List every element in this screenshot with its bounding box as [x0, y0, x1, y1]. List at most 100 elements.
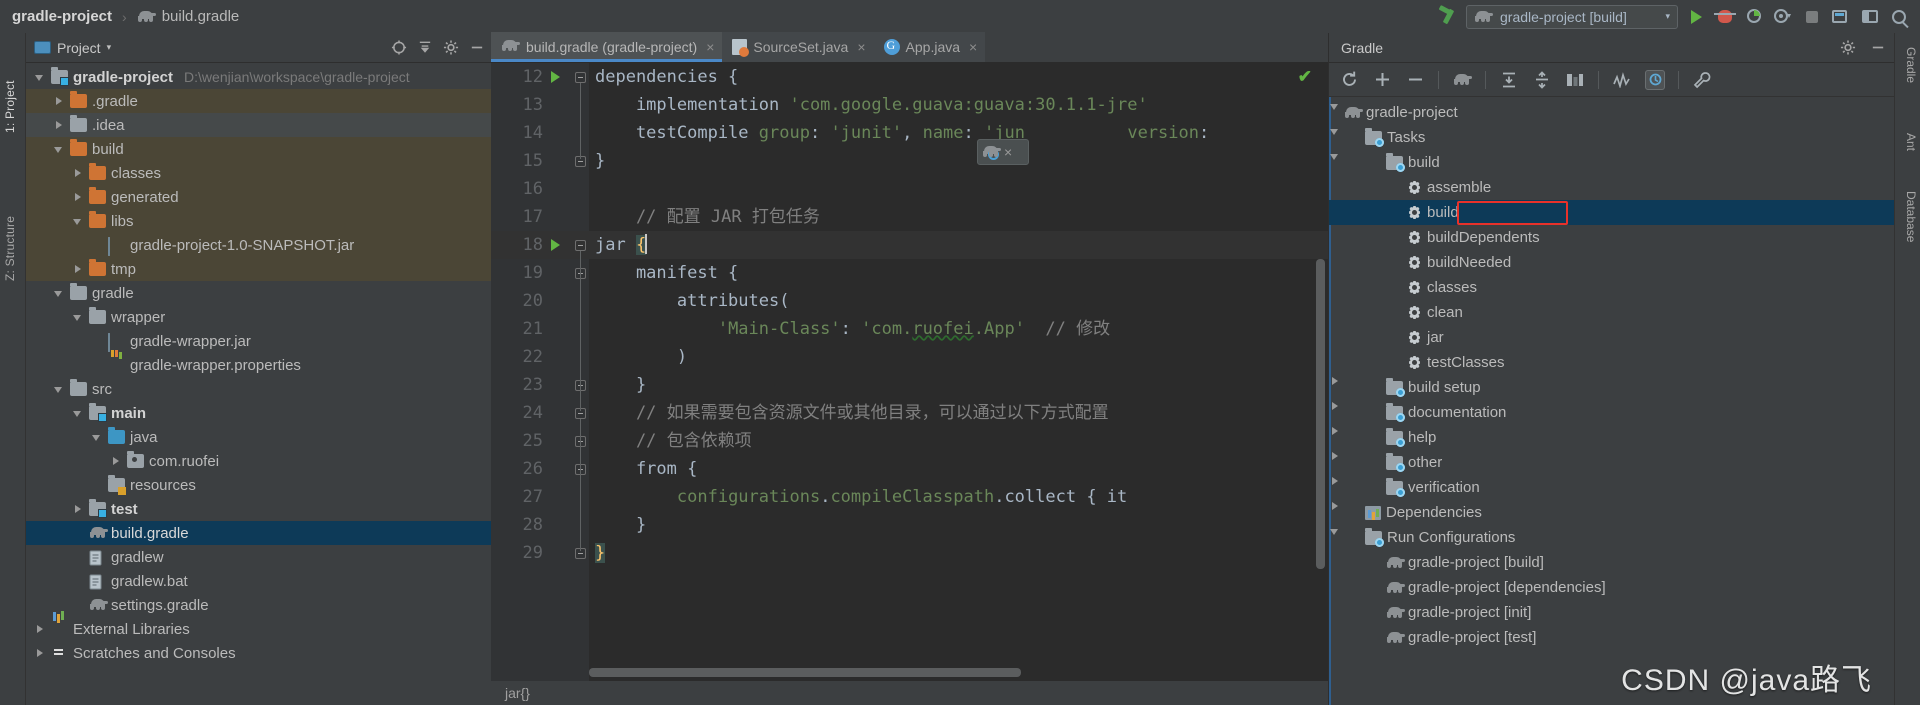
- sidebar-tab-database[interactable]: Database: [1899, 191, 1918, 242]
- refresh-icon[interactable]: [1339, 70, 1359, 90]
- close-icon[interactable]: ×: [857, 39, 865, 55]
- chevron-right-icon[interactable]: [72, 263, 84, 275]
- chevron-down-icon[interactable]: [72, 215, 84, 227]
- tree-row[interactable]: classes: [26, 161, 491, 185]
- code-line[interactable]: 22 ): [491, 343, 1328, 371]
- chevron-right-icon[interactable]: [53, 95, 65, 107]
- tree-row[interactable]: resources: [26, 473, 491, 497]
- tree-row[interactable]: gradle-wrapper.jar: [26, 329, 491, 353]
- close-icon[interactable]: ×: [969, 39, 977, 55]
- tree-row[interactable]: build.gradle: [26, 521, 491, 545]
- code-lines[interactable]: 12 dependencies {13 implementation 'com.g…: [491, 63, 1328, 567]
- tree-row[interactable]: gradle: [26, 281, 491, 305]
- collapse-all-icon[interactable]: [417, 40, 433, 56]
- tree-row[interactable]: gradle-wrapper.properties: [26, 353, 491, 377]
- hide-icon[interactable]: [469, 40, 485, 56]
- layout-button[interactable]: [1859, 6, 1881, 28]
- code-line[interactable]: 21 'Main-Class': 'com.ruofei.App' // 修改: [491, 315, 1328, 343]
- stop-button[interactable]: [1801, 6, 1823, 28]
- tree-row[interactable]: gradle-project-1.0-SNAPSHOT.jar: [26, 233, 491, 257]
- expand-all-icon[interactable]: [1499, 70, 1519, 90]
- gradle-tree-row[interactable]: testClasses: [1329, 350, 1895, 375]
- update-button[interactable]: [1830, 6, 1852, 28]
- tree-row[interactable]: .idea: [26, 113, 491, 137]
- code-line[interactable]: 28 }: [491, 511, 1328, 539]
- code-line[interactable]: 27 configurations.compileClasspath.colle…: [491, 483, 1328, 511]
- chevron-down-icon[interactable]: [34, 71, 46, 83]
- chevron-down-icon[interactable]: [53, 383, 65, 395]
- run-button[interactable]: [1685, 6, 1707, 28]
- code-line[interactable]: 24 // 如果需要包含资源文件或其他目录，可以通过以下方式配置: [491, 399, 1328, 427]
- settings-gear-icon[interactable]: [443, 40, 459, 56]
- code-editor[interactable]: 12 dependencies {13 implementation 'com.g…: [491, 63, 1328, 705]
- search-everywhere-button[interactable]: [1888, 6, 1910, 28]
- gradle-tree-row[interactable]: gradle-project [init]: [1329, 600, 1895, 625]
- breadcrumb-file[interactable]: build.gradle: [162, 8, 240, 25]
- gradle-tree-row[interactable]: build: [1329, 200, 1895, 225]
- chevron-right-icon[interactable]: [72, 503, 84, 515]
- sidebar-tab-ant[interactable]: Ant: [1899, 133, 1918, 151]
- minus-icon[interactable]: [1405, 70, 1425, 90]
- gradle-tree-row[interactable]: assemble: [1329, 175, 1895, 200]
- tree-row[interactable]: External Libraries: [26, 617, 491, 641]
- code-line[interactable]: 13 implementation 'com.google.guava:guav…: [491, 91, 1328, 119]
- chevron-down-icon[interactable]: [53, 143, 65, 155]
- project-tree[interactable]: gradle-project D:\wenjian\workspace\gradl…: [26, 63, 491, 705]
- chevron-right-icon[interactable]: [34, 647, 46, 659]
- settings-gear-icon[interactable]: [1840, 40, 1856, 56]
- code-line[interactable]: 12 dependencies {: [491, 63, 1328, 91]
- code-line[interactable]: 17 // 配置 JAR 打包任务: [491, 203, 1328, 231]
- editor-tab[interactable]: build.gradle (gradle-project) ×: [491, 32, 723, 62]
- profiler-button[interactable]: [1772, 6, 1794, 28]
- tree-row[interactable]: libs: [26, 209, 491, 233]
- code-line[interactable]: 20 attributes(: [491, 287, 1328, 315]
- editor-tab[interactable]: SourceSet.java ×: [722, 32, 874, 62]
- gradle-tree-row[interactable]: buildDependents: [1329, 225, 1895, 250]
- run-gutter-icon[interactable]: [551, 71, 560, 83]
- chevron-down-icon[interactable]: [72, 311, 84, 323]
- gradle-tree-row[interactable]: gradle-project [dependencies]: [1329, 575, 1895, 600]
- code-line[interactable]: 14 testCompile group: 'junit', name: 'ju…: [491, 119, 1328, 147]
- tree-row[interactable]: java: [26, 425, 491, 449]
- code-line[interactable]: 26 from {: [491, 455, 1328, 483]
- tree-row[interactable]: .gradle: [26, 89, 491, 113]
- tree-row[interactable]: Scratches and Consoles: [26, 641, 491, 665]
- debug-button[interactable]: [1714, 6, 1736, 28]
- project-pane-title[interactable]: Project: [57, 40, 101, 56]
- execute-gradle-task-button[interactable]: [1452, 70, 1472, 90]
- gradle-tree-row[interactable]: gradle-project [test]: [1329, 625, 1895, 650]
- run-with-coverage-button[interactable]: [1743, 6, 1765, 28]
- gradle-tree-row[interactable]: classes: [1329, 275, 1895, 300]
- close-icon[interactable]: ×: [1004, 144, 1012, 160]
- plus-icon[interactable]: [1372, 70, 1392, 90]
- offline-icon[interactable]: [1612, 70, 1632, 90]
- locate-icon[interactable]: [391, 40, 407, 56]
- tree-row[interactable]: wrapper: [26, 305, 491, 329]
- chevron-down-icon[interactable]: [53, 287, 65, 299]
- chevron-right-icon[interactable]: [34, 623, 46, 635]
- gradle-tree-row[interactable]: other: [1329, 450, 1895, 475]
- sidebar-tab-gradle[interactable]: Gradle: [1899, 47, 1918, 83]
- build-hammer-icon[interactable]: [1437, 7, 1459, 27]
- chevron-right-icon[interactable]: [110, 455, 122, 467]
- gradle-tree-row[interactable]: Run Configurations: [1329, 525, 1895, 550]
- run-gutter-icon[interactable]: [551, 239, 560, 251]
- gradle-tree-row[interactable]: build: [1329, 150, 1895, 175]
- tree-row[interactable]: generated: [26, 185, 491, 209]
- wrench-icon[interactable]: [1692, 70, 1712, 90]
- tree-row[interactable]: main: [26, 401, 491, 425]
- task-list-icon[interactable]: [1645, 69, 1665, 90]
- gradle-reimport-widget[interactable]: ×: [977, 139, 1029, 165]
- tree-row[interactable]: gradlew.bat: [26, 569, 491, 593]
- close-icon[interactable]: ×: [706, 39, 714, 55]
- chevron-right-icon[interactable]: [72, 191, 84, 203]
- gradle-tree-row[interactable]: jar: [1329, 325, 1895, 350]
- run-configuration-selector[interactable]: gradle-project [build] ▾: [1466, 4, 1678, 29]
- hide-icon[interactable]: [1870, 40, 1886, 56]
- gradle-tree-row[interactable]: gradle-project: [1329, 100, 1895, 125]
- code-line[interactable]: 19 manifest {: [491, 259, 1328, 287]
- sidebar-tab-structure[interactable]: Z: Structure: [3, 173, 23, 281]
- chevron-right-icon[interactable]: [53, 119, 65, 131]
- code-line[interactable]: 18 jar {: [491, 231, 1328, 259]
- editor-horizontal-scrollbar[interactable]: [589, 668, 1021, 677]
